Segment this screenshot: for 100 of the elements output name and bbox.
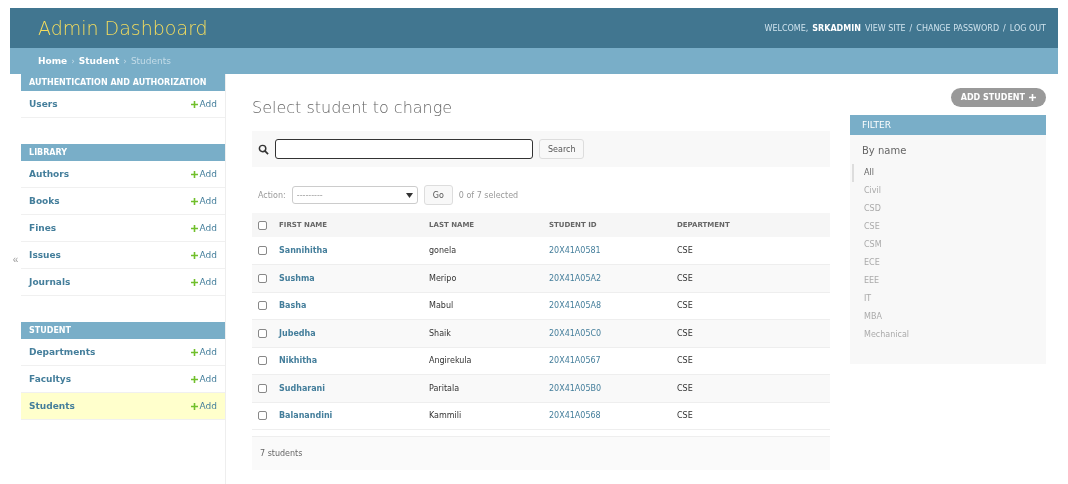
- plus-icon: [1029, 94, 1036, 101]
- model-link[interactable]: Facultys: [29, 374, 72, 384]
- student-id-link[interactable]: 20X41A05A8: [549, 301, 602, 311]
- caret-icon: [405, 192, 413, 198]
- filter-option[interactable]: CSD: [852, 200, 1046, 218]
- model-link[interactable]: Authors: [29, 169, 70, 179]
- table-cell: Mabul: [423, 292, 543, 320]
- username: SRKADMIN: [812, 23, 861, 33]
- go-button[interactable]: Go: [423, 185, 453, 205]
- search-button[interactable]: Search: [539, 139, 585, 159]
- add-student-button[interactable]: ADD STUDENT: [950, 88, 1046, 107]
- table-cell: gonela: [423, 237, 543, 265]
- add-link[interactable]: Add: [190, 99, 217, 109]
- first-name-link[interactable]: Basha: [279, 301, 307, 311]
- table-cell: CSE: [671, 264, 830, 292]
- student-id-link[interactable]: 20X41A0567: [549, 356, 601, 366]
- row-checkbox[interactable]: [258, 301, 267, 311]
- result-count: 7 students: [252, 436, 830, 470]
- first-name-link[interactable]: Nikhitha: [279, 356, 318, 366]
- student-id-link[interactable]: 20X41A05B0: [549, 383, 602, 393]
- plus-icon: [190, 100, 198, 108]
- action-select[interactable]: ---------: [291, 186, 418, 204]
- breadcrumb-separator: ›: [71, 56, 75, 66]
- row-checkbox[interactable]: [258, 411, 267, 421]
- row-checkbox[interactable]: [258, 273, 267, 283]
- header-link[interactable]: LOG OUT: [1009, 23, 1046, 33]
- header-link[interactable]: CHANGE PASSWORD: [916, 23, 1000, 33]
- first-name-link[interactable]: Sudharani: [279, 383, 326, 393]
- module-header: STUDENT: [21, 322, 225, 339]
- filter-option[interactable]: IT: [852, 290, 1046, 308]
- plus-icon: [190, 251, 198, 259]
- row-checkbox[interactable]: [258, 246, 267, 255]
- welcome-text: WELCOME,: [764, 23, 809, 33]
- first-name-link[interactable]: Balanandini: [279, 411, 333, 421]
- plus-icon: [190, 224, 198, 232]
- row-checkbox[interactable]: [258, 356, 267, 366]
- table-cell: CSE: [671, 402, 830, 430]
- model-link[interactable]: Journals: [29, 277, 71, 287]
- filter-option[interactable]: All: [852, 164, 1046, 182]
- site-title: Admin Dashboard: [38, 17, 208, 39]
- add-link[interactable]: Add: [190, 196, 217, 206]
- breadcrumb-link[interactable]: Student: [78, 56, 120, 66]
- model-link[interactable]: Issues: [29, 250, 61, 260]
- student-id-link[interactable]: 20X41A05C0: [549, 328, 602, 338]
- student-id-link[interactable]: 20X41A0581: [549, 246, 601, 255]
- plus-icon: [190, 348, 198, 356]
- plus-icon: [190, 170, 198, 178]
- model-link[interactable]: Departments: [29, 347, 96, 357]
- action-label: Action:: [258, 190, 286, 200]
- row-checkbox[interactable]: [258, 383, 267, 393]
- search-icon: [258, 143, 269, 155]
- filter-option[interactable]: CSM: [852, 236, 1046, 254]
- model-link[interactable]: Books: [29, 196, 60, 206]
- filter-option[interactable]: Civil: [852, 182, 1046, 200]
- student-id-link[interactable]: 20X41A0568: [549, 411, 601, 421]
- table-cell: Paritala: [423, 374, 543, 402]
- breadcrumb-link[interactable]: Home: [38, 56, 68, 66]
- plus-icon: [190, 402, 198, 410]
- table-cell: Angirekula: [423, 347, 543, 375]
- plus-icon: [190, 197, 198, 205]
- model-link[interactable]: Fines: [29, 223, 57, 233]
- table-cell: Shaik: [423, 319, 543, 347]
- add-link[interactable]: Add: [190, 374, 217, 384]
- table-cell: CSE: [671, 319, 830, 347]
- filter-title: By name: [861, 144, 908, 158]
- table-cell: CSE: [671, 374, 830, 402]
- module-header: AUTHENTICATION AND AUTHORIZATION: [21, 74, 225, 91]
- add-link[interactable]: Add: [190, 250, 217, 260]
- search-field[interactable]: [275, 139, 533, 159]
- add-link[interactable]: Add: [190, 169, 217, 179]
- table-cell: CSE: [671, 292, 830, 320]
- add-link[interactable]: Add: [190, 347, 217, 357]
- table-cell: CSE: [671, 237, 830, 265]
- first-name-link[interactable]: Sushma: [279, 273, 315, 283]
- filter-option[interactable]: ECE: [852, 254, 1046, 272]
- model-link[interactable]: Students: [29, 401, 75, 411]
- first-name-link[interactable]: Jubedha: [279, 328, 316, 338]
- table-cell: CSE: [671, 347, 830, 375]
- filter-header: FILTER: [850, 115, 1046, 135]
- add-link[interactable]: Add: [190, 277, 217, 287]
- table-cell: Meripo: [423, 264, 543, 292]
- plus-icon: [190, 375, 198, 383]
- header-link[interactable]: VIEW SITE: [864, 23, 906, 33]
- separator: /: [1003, 23, 1006, 33]
- module-header: LIBRARY: [21, 144, 225, 161]
- first-name-link[interactable]: Sannihitha: [279, 246, 328, 255]
- filter-option[interactable]: EEE: [852, 272, 1046, 290]
- select-all-checkbox[interactable]: [258, 220, 267, 230]
- table-cell: Kammili: [423, 402, 543, 430]
- page-title: Select student to change: [252, 98, 454, 117]
- student-id-link[interactable]: 20X41A05A2: [549, 273, 602, 283]
- filter-option[interactable]: CSE: [852, 218, 1046, 236]
- plus-icon: [190, 278, 198, 286]
- row-checkbox[interactable]: [258, 328, 267, 338]
- add-link[interactable]: Add: [190, 401, 217, 411]
- sidebar-item[interactable]: Students Add: [21, 393, 225, 420]
- breadcrumb-separator: ›: [123, 56, 127, 66]
- add-link[interactable]: Add: [190, 223, 217, 233]
- model-link[interactable]: Users: [29, 99, 58, 109]
- separator: /: [909, 23, 913, 33]
